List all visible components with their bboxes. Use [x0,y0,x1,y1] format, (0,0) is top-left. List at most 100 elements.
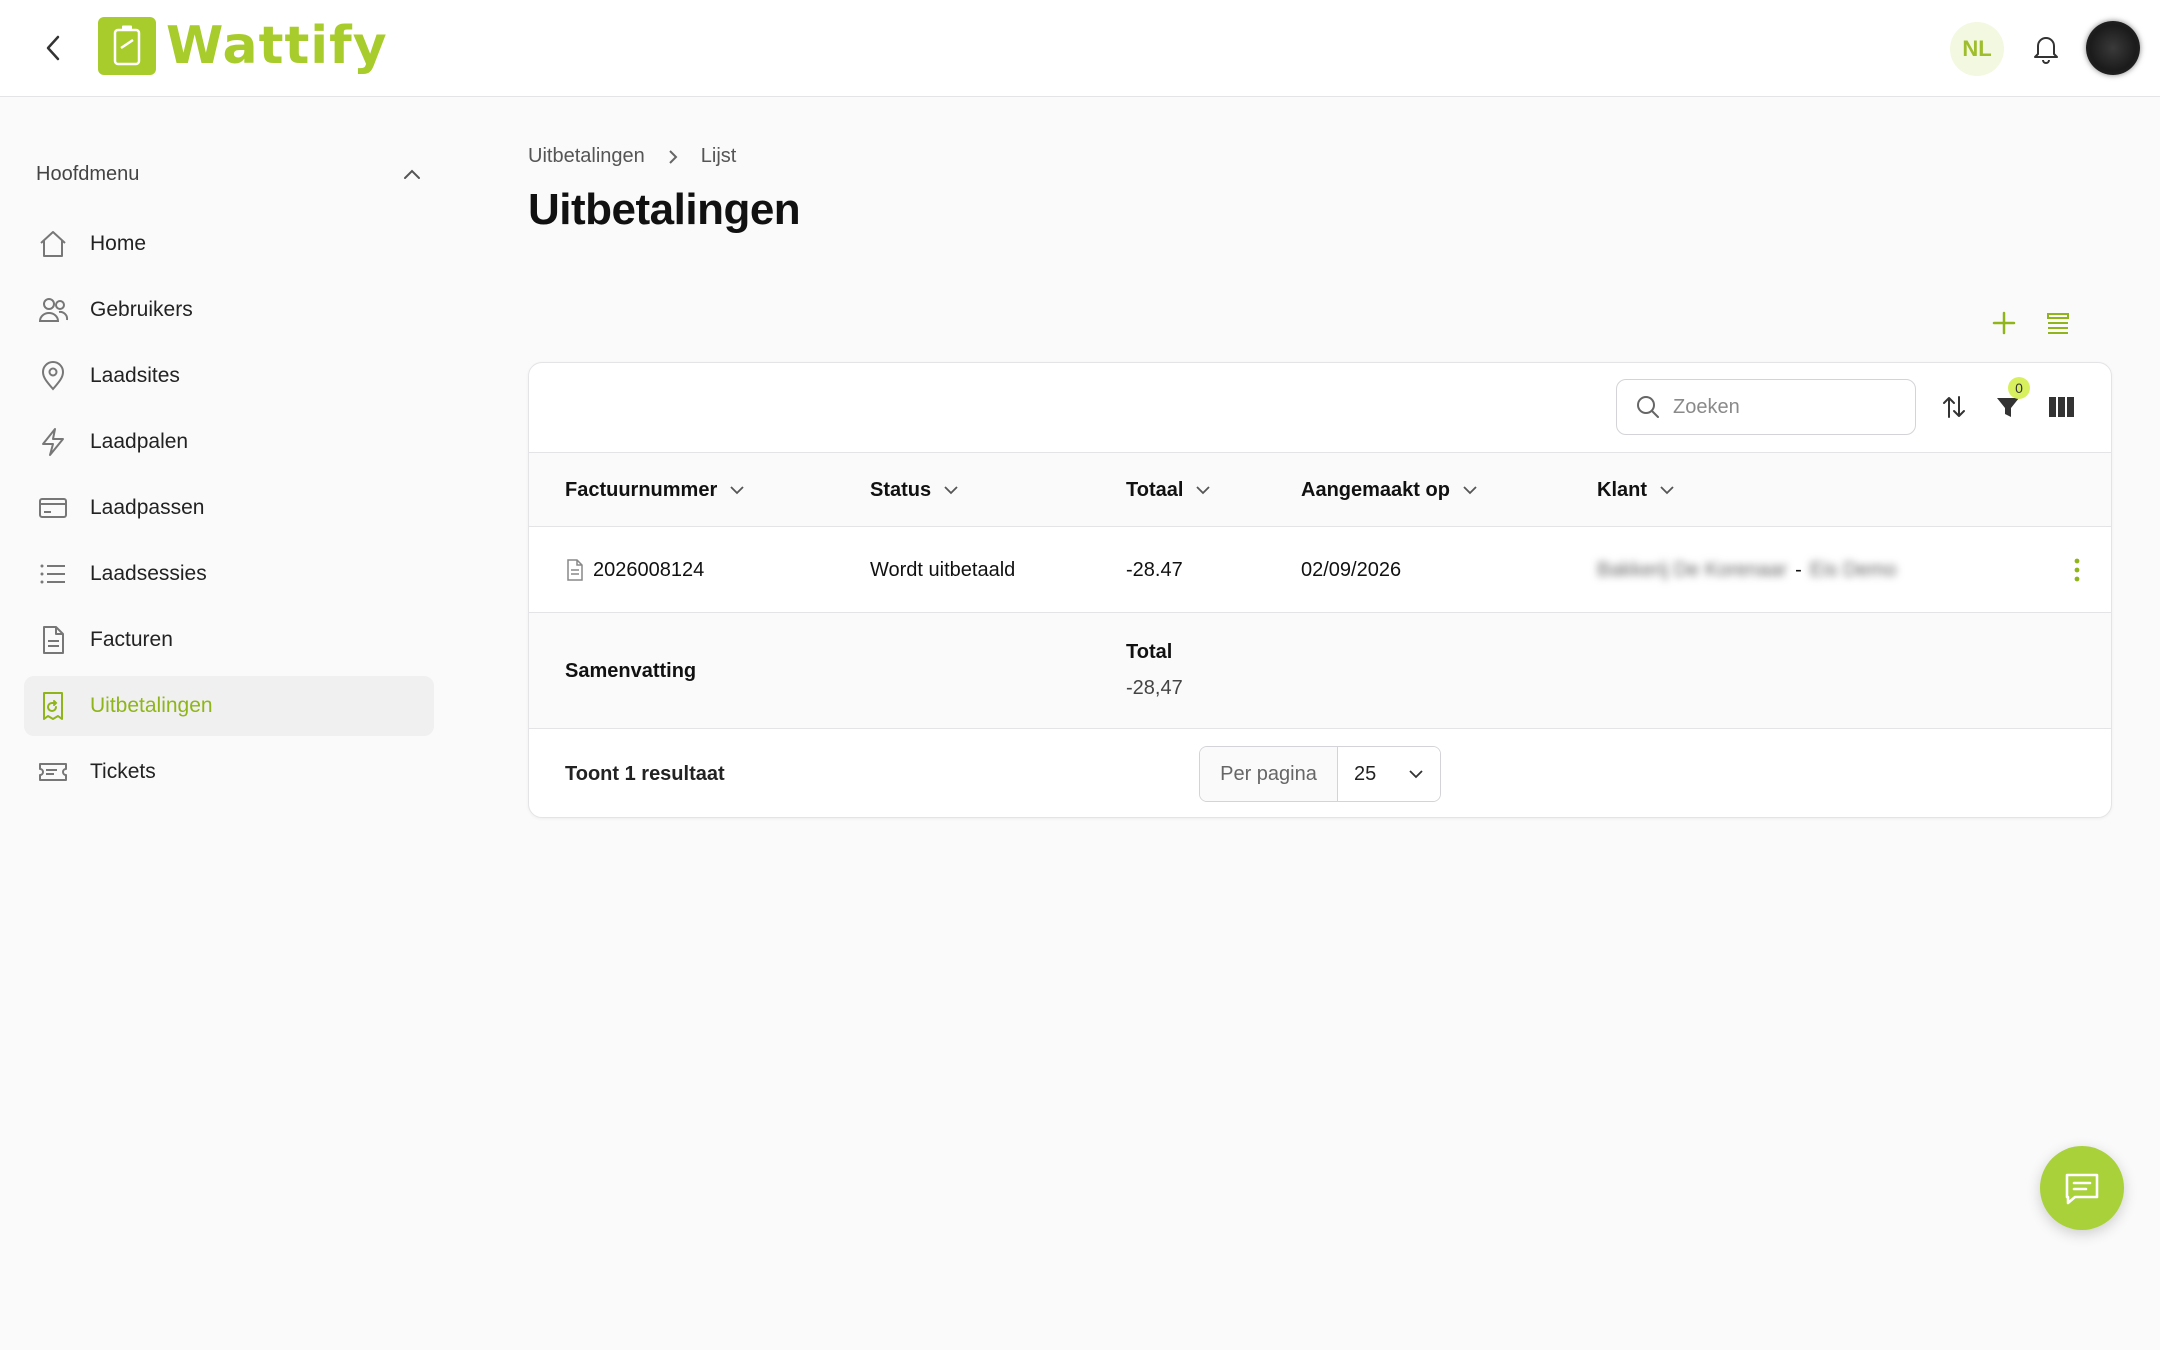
column-header-label: Status [870,478,932,501]
page-title: Uitbetalingen [528,185,801,234]
ticket-icon [36,755,70,789]
sidebar-item-laadpassen[interactable]: Laadpassen [24,478,434,538]
chevron-up-icon [404,169,420,179]
sidebar-item-label: Laadpalen [90,430,189,453]
export-list-button[interactable] [2040,305,2076,341]
battery-logo-icon [98,17,156,75]
sidebar-item-home[interactable]: Home [24,214,434,274]
list-stack-icon [2047,313,2069,334]
breadcrumb-current: Lijst [700,145,737,167]
chevron-down-icon [1195,485,1211,495]
customer-separator: - [1795,558,1802,581]
per-page-select[interactable]: 25 [1338,747,1440,801]
column-header-status[interactable]: Status [870,453,959,527]
row-actions-button[interactable] [2061,554,2093,586]
cell-status: Wordt uitbetaald [870,558,1016,581]
sort-arrows-icon [1943,396,1965,418]
chevron-down-icon [943,485,959,495]
filter-button[interactable]: 0 [1988,377,2030,427]
filter-count-badge: 0 [2008,377,2030,399]
payouts-table-card: 0 Factuurnummer Status Totaal Aangemaakt… [528,362,2112,818]
lightning-icon [36,425,70,459]
breadcrumb: Uitbetalingen Lijst [528,145,736,168]
sidebar-item-laadpalen[interactable]: Laadpalen [24,412,434,472]
sort-button[interactable] [1934,387,1974,427]
chevron-down-icon [729,485,745,495]
chevron-down-icon [1462,485,1478,495]
sidebar-item-laadsites[interactable]: Laadsites [24,346,434,406]
sidebar-item-laadsessies[interactable]: Laadsessies [24,544,434,604]
sidebar-item-gebruikers[interactable]: Gebruikers [24,280,434,340]
user-avatar[interactable] [2086,21,2140,75]
payout-icon [36,689,70,723]
app-logo[interactable]: Wattify [98,15,388,77]
column-header-label: Klant [1597,478,1647,501]
sidebar-item-label: Laadsites [90,364,180,387]
sidebar-item-label: Laadpassen [90,496,205,519]
results-count: Toont 1 resultaat [565,762,725,785]
language-switcher[interactable]: NL [1950,22,2004,76]
more-vertical-icon [2074,558,2080,582]
table-header: Factuurnummer Status Totaal Aangemaakt o… [529,453,2111,527]
document-icon [567,559,583,581]
customer-name: Bakkerij De Korenaar [1597,558,1788,581]
cell-factuurnummer[interactable]: 2026008124 [565,527,704,613]
table-row[interactable]: 2026008124 Wordt uitbetaald -28.47 02/09… [529,527,2111,613]
columns-button[interactable] [2042,387,2082,427]
chat-bubble-icon [2065,1173,2099,1205]
document-icon [36,623,70,657]
cell-klant[interactable]: Bakkerij De Korenaar - Eis Demo [1597,527,1896,613]
column-header-label: Aangemaakt op [1301,478,1450,501]
table-footer: Toont 1 resultaat Per pagina 25 [529,729,2111,817]
sidebar-item-label: Laadsessies [90,562,207,585]
main-menu-toggle[interactable]: Hoofdmenu [24,140,434,208]
column-header-factuurnummer[interactable]: Factuurnummer [565,453,745,527]
column-header-aangemaakt-op[interactable]: Aangemaakt op [1301,453,1478,527]
column-header-label: Totaal [1126,478,1184,501]
chevron-down-icon [1659,485,1675,495]
columns-icon [2049,397,2074,417]
sidebar-item-tickets[interactable]: Tickets [24,742,434,802]
bell-icon [2034,37,2058,64]
sidebar-item-uitbetalingen[interactable]: Uitbetalingen [24,676,434,736]
sidebar-item-label: Uitbetalingen [90,694,213,717]
sidebar: Hoofdmenu Home Gebruikers Laadsites Laad… [24,140,434,802]
summary-total-value: -28,47 [1126,677,1183,699]
sidebar-item-label: Facturen [90,628,173,651]
column-header-klant[interactable]: Klant [1597,453,1675,527]
top-bar: Wattify NL [0,0,2160,97]
search-input[interactable] [1673,395,1893,419]
column-header-totaal[interactable]: Totaal [1126,453,1211,527]
search-field[interactable] [1616,379,1916,435]
cell-totaal: -28.47 [1126,558,1183,581]
customer-organization: Eis Demo [1809,558,1897,581]
add-button[interactable] [1986,305,2022,341]
table-summary: Samenvatting Total -28,47 [529,613,2111,729]
per-page-value: 25 [1354,762,1377,785]
chevron-right-icon [667,148,679,166]
sidebar-item-label: Gebruikers [90,298,193,321]
chevron-down-icon [1409,770,1423,779]
back-button[interactable] [34,28,74,68]
search-icon [1637,396,1659,418]
sidebar-item-facturen[interactable]: Facturen [24,610,434,670]
notifications-button[interactable] [2026,28,2066,68]
sidebar-item-label: Home [90,232,147,255]
list-icon [36,557,70,591]
summary-total-label: Total [1126,641,1173,663]
breadcrumb-parent-link[interactable]: Uitbetalingen [528,145,645,168]
summary-label: Samenvatting [565,659,697,682]
column-header-label: Factuurnummer [565,478,718,501]
users-icon [36,293,70,327]
main-menu-heading: Hoofdmenu [36,162,140,185]
per-page-label: Per pagina [1200,747,1338,801]
per-page-control: Per pagina 25 [1199,746,1441,802]
card-icon [36,491,70,525]
sidebar-item-label: Tickets [90,760,156,783]
table-toolbar: 0 [529,363,2111,453]
page-actions [1986,305,2076,341]
plus-icon [1992,311,2016,335]
cell-aangemaakt-op: 02/09/2026 [1301,558,1402,581]
chat-button[interactable] [2040,1146,2124,1230]
app-name: Wattify [166,16,388,76]
